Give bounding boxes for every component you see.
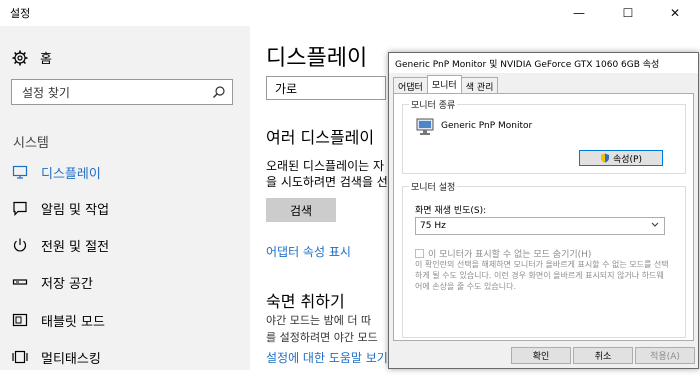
help-link[interactable]: 설정에 대한 도움말 보기 (266, 349, 388, 366)
multi-display-text-2: 을 시도하려면 검색을 선 (266, 175, 388, 189)
detect-button[interactable]: 검색 (266, 198, 336, 222)
tablet-icon (12, 312, 28, 328)
gear-icon (12, 50, 28, 65)
search-icon[interactable] (212, 85, 226, 99)
properties-button[interactable]: 속성(P) (579, 150, 663, 166)
refresh-rate-label: 화면 재생 빈도(S): (415, 206, 487, 216)
monitor-type-group: 모니터 종류 Generic PnP Monitor 속성(P) (402, 98, 686, 174)
night-light-heading: 숙면 취하기 (266, 292, 345, 311)
maximize-button[interactable]: ☐ (613, 3, 643, 23)
refresh-rate-select[interactable]: 75 Hz (415, 217, 665, 235)
sidebar-item-tablet-mode[interactable]: 태블릿 모드 (0, 302, 250, 338)
title-bar: 설정 — ☐ ✕ (0, 0, 700, 26)
sidebar-item-label: 멀티태스킹 (41, 351, 101, 367)
search-input[interactable] (20, 83, 204, 103)
adapter-properties-link[interactable]: 어댑터 속성 표시 (266, 243, 351, 260)
sidebar-item-label: 알림 및 작업 (41, 202, 110, 218)
multi-display-heading: 여러 디스플레이 (266, 128, 375, 147)
hide-modes-description: 이 확인란의 선택을 해제하면 모니터가 올바르게 표시할 수 없는 모드를 선… (415, 260, 669, 291)
ok-button[interactable]: 확인 (511, 347, 571, 364)
shield-icon (600, 153, 609, 163)
sidebar-item-power[interactable]: 전원 및 절전 (0, 227, 250, 263)
page-title: 디스플레이 (266, 46, 368, 71)
sidebar-item-label: 태블릿 모드 (41, 314, 105, 330)
home-label: 홈 (40, 52, 52, 67)
cancel-button[interactable]: 취소 (573, 347, 633, 364)
search-box (11, 79, 233, 105)
hide-modes-checkbox[interactable] (415, 249, 424, 258)
sidebar-item-label: 전원 및 절전 (41, 239, 110, 255)
section-label: 시스템 (13, 136, 49, 151)
chevron-down-icon (651, 222, 659, 227)
tab-adapter[interactable]: 어댑터 (393, 77, 428, 94)
notification-icon (12, 200, 28, 216)
tab-color-management[interactable]: 색 관리 (460, 77, 499, 94)
tab-panel: 모니터 종류 Generic PnP Monitor 속성(P) 모니터 설정 … (393, 93, 694, 341)
window-title: 설정 (10, 7, 31, 20)
dialog-title: Generic PnP Monitor 및 NVIDIA GeForce GTX… (395, 60, 660, 70)
sidebar-item-label: 디스플레이 (41, 166, 101, 182)
sidebar-item-notifications[interactable]: 알림 및 작업 (0, 190, 250, 226)
multitasking-icon (12, 349, 28, 365)
minimize-button[interactable]: — (564, 3, 594, 23)
orientation-dropdown[interactable]: 가로 (266, 76, 386, 100)
monitor-name: Generic PnP Monitor (441, 121, 533, 131)
storage-icon (12, 274, 28, 290)
power-icon (12, 237, 28, 253)
apply-button[interactable]: 적용(A) (635, 347, 695, 364)
dialog-tabs: 어댑터 모니터 색 관리 (393, 75, 499, 94)
monitor-properties-dialog: Generic PnP Monitor 및 NVIDIA GeForce GTX… (388, 52, 699, 369)
monitor-type-label: 모니터 종류 (409, 98, 458, 111)
night-light-text-2: 를 설정하려면 야간 모드 (266, 331, 378, 344)
sidebar-item-display[interactable]: 디스플레이 (0, 154, 250, 190)
multi-display-text-1: 오래된 디스플레이는 자 (266, 159, 385, 173)
properties-label: 속성(P) (612, 154, 642, 165)
monitor-settings-label: 모니터 설정 (409, 180, 458, 193)
sidebar-item-storage[interactable]: 저장 공간 (0, 264, 250, 300)
night-light-text-1: 야간 모드는 밤에 더 따 (266, 314, 372, 327)
monitor-settings-group: 모니터 설정 화면 재생 빈도(S): 75 Hz 이 모니터가 표시할 수 없… (402, 180, 686, 338)
sidebar-item-label: 저장 공간 (41, 276, 93, 292)
tab-monitor[interactable]: 모니터 (426, 75, 462, 94)
dialog-title-bar: Generic PnP Monitor 및 NVIDIA GeForce GTX… (389, 53, 698, 73)
monitor-icon (12, 164, 28, 180)
monitor-icon (416, 118, 434, 135)
sidebar: 홈 시스템 디스플레이 알림 및 작업 전원 및 절전 (0, 26, 250, 370)
home-link[interactable]: 홈 (12, 48, 52, 67)
refresh-rate-value: 75 Hz (420, 221, 446, 231)
close-button[interactable]: ✕ (660, 3, 690, 23)
